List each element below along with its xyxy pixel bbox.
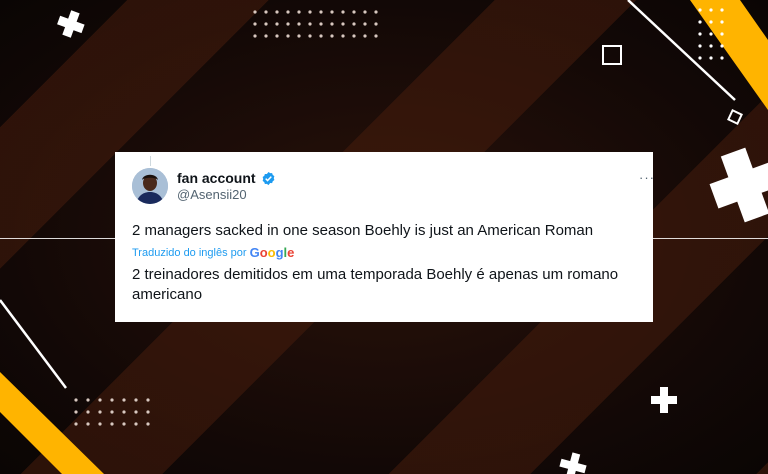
google-logo-letter: e — [287, 245, 295, 260]
thread-line — [150, 156, 151, 166]
dot-grid-top — [253, 10, 378, 38]
translated-text: 2 treinadores demitidos em uma temporada… — [132, 266, 619, 303]
avatar[interactable] — [132, 168, 168, 204]
dot-grid-bottom-left — [74, 398, 150, 426]
square-outline-icon — [602, 45, 622, 65]
translation-attribution[interactable]: Traduzido do inglês por Google — [132, 245, 294, 260]
tweet-text: 2 managers sacked in one season Boehly i… — [132, 222, 594, 239]
more-options-icon[interactable]: ··· — [639, 170, 655, 185]
translated-by-label: Traduzido do inglês por — [132, 246, 247, 259]
google-logo-letter: o — [267, 245, 276, 260]
plus-icon-bottom-right — [651, 387, 677, 413]
user-handle[interactable]: @Asensii20 — [177, 187, 247, 202]
avatar-image — [132, 168, 168, 204]
google-logo-letter: G — [249, 245, 260, 260]
large-plus-icon-right — [709, 147, 768, 223]
display-name[interactable]: fan account — [177, 170, 256, 186]
plus-icon-bottom — [559, 452, 587, 474]
google-logo: Google — [250, 245, 295, 260]
plus-icon-top-left — [57, 10, 85, 38]
google-logo-letter: o — [259, 245, 268, 260]
verified-badge-icon — [262, 171, 275, 186]
white-rod-bottom-left — [0, 299, 67, 389]
google-logo-letter: g — [275, 245, 284, 260]
tweet-card[interactable]: fan account @Asensii20 ··· 2 managers sa… — [115, 152, 655, 322]
